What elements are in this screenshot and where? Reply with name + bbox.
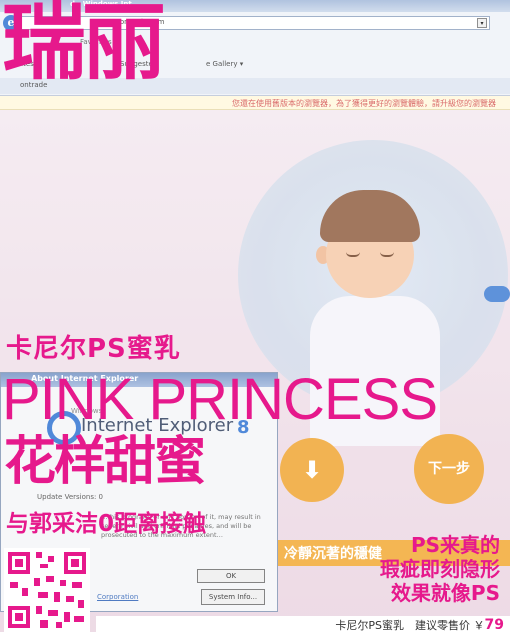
footer-price-line: 卡尼尔PS蜜乳 建议零售价 ￥79	[335, 617, 504, 632]
qr-code-icon[interactable]	[4, 548, 90, 632]
footer-text: 卡尼尔PS蜜乳 建议零售价 ￥	[335, 619, 485, 632]
footer-price: 79	[484, 617, 504, 632]
cover-footer: 卡尼尔PS蜜乳 建议零售价 ￥79	[96, 616, 510, 632]
side-copy-2: 瑕疵即刻隐形	[380, 557, 500, 581]
qr-code-graphic	[8, 552, 86, 628]
headline-product: 卡尼尔PS蜜乳	[6, 334, 181, 364]
side-copy-1: PS来真的	[410, 533, 500, 557]
headline-interview: 与郭采洁0距离接触	[6, 511, 207, 537]
headline-pink-princess: PINK PRINCESS	[2, 367, 438, 432]
side-copy-3: 效果就像PS	[390, 581, 500, 605]
masthead: 瑞丽	[2, 0, 166, 91]
headline-sweet: 花样甜蜜	[4, 432, 206, 492]
